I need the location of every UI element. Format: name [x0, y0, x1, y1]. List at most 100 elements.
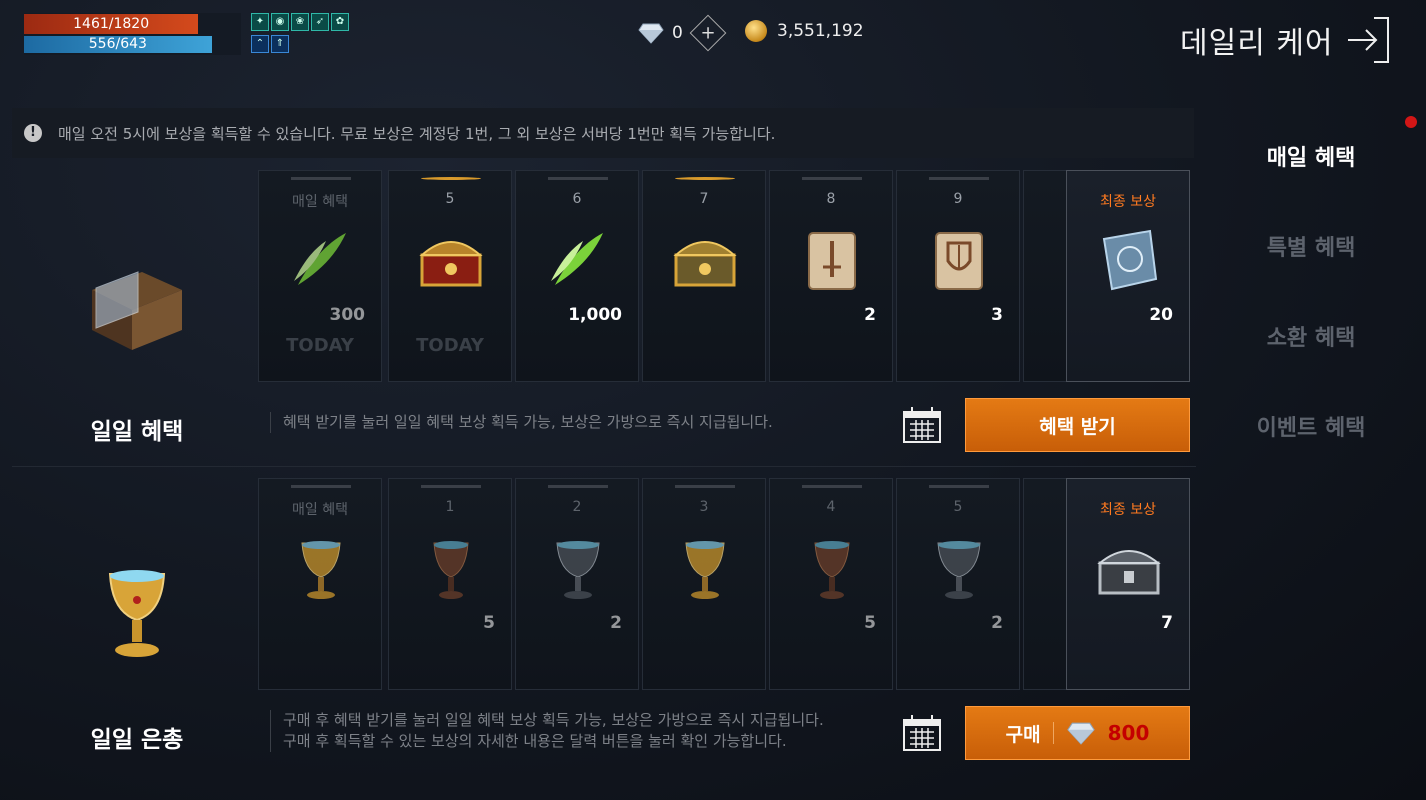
purchase-button-label: 구매	[1005, 723, 1041, 746]
golden-chest-icon	[419, 241, 483, 287]
card-progress-line	[291, 485, 351, 488]
final-reward-card[interactable]: 최종 보상 7	[1066, 478, 1190, 690]
sidebar-item-daily[interactable]: 매일 혜택	[1196, 140, 1426, 172]
reward-card[interactable]: 3	[642, 478, 766, 690]
card-progress-line	[929, 177, 989, 180]
alert-icon: !	[24, 124, 42, 142]
green-feather-icon	[551, 233, 603, 285]
card-title: 9	[953, 191, 963, 207]
card-title: 매일 혜택	[292, 194, 348, 210]
diamond-icon	[1066, 722, 1095, 745]
daily-grace-label: 일일 은총	[90, 727, 184, 753]
sword-scroll-icon	[808, 232, 856, 290]
buff-icons: ✦ ◉ ❀ ➶ ✿ ⌃ ⇑	[251, 13, 349, 55]
silver-chalice-icon	[937, 541, 981, 599]
card-progress-line	[291, 177, 351, 180]
card-progress-line	[548, 177, 608, 180]
gold-currency: 3,551,192	[745, 20, 864, 42]
card-title: 5	[445, 191, 455, 207]
diamond-currency: 0 +	[638, 14, 727, 52]
card-quantity: 5	[864, 613, 876, 633]
purchase-price: 800	[1107, 721, 1150, 745]
grace-description-line-2: 구매 후 획득할 수 있는 보상의 자세한 내용은 달력 버튼을 눌러 확인 가…	[283, 732, 787, 750]
exit-icon[interactable]	[1346, 16, 1390, 64]
gold-count: 3,551,192	[777, 21, 864, 41]
card-progress-line	[929, 485, 989, 488]
silver-chalice-icon	[556, 541, 600, 599]
daily-benefit-label: 일일 혜택	[90, 419, 184, 445]
hp-bar: 1461/1820	[24, 14, 199, 34]
today-badge: TODAY	[286, 335, 354, 356]
today-badge: TODAY	[416, 335, 484, 356]
reward-card[interactable]: 7	[642, 170, 766, 382]
reward-card[interactable]: 6 1,000	[515, 170, 639, 382]
gold-coin-icon	[745, 20, 767, 42]
mp-bar: 556/643	[24, 36, 212, 53]
reward-card[interactable]: 8 2	[769, 170, 893, 382]
grace-reward-track: 매일 혜택 1 5 2 2 3 4 5 5 2 최종 보상 7	[258, 478, 1190, 692]
buff-icon: ❀	[291, 13, 309, 31]
buff-icon: ⇑	[271, 35, 289, 53]
calendar-icon[interactable]	[902, 406, 942, 444]
reward-card[interactable]: 9 3	[896, 170, 1020, 382]
gold-chalice-icon	[685, 541, 725, 599]
reward-card[interactable]: 2 2	[515, 478, 639, 690]
card-quantity: 2	[610, 613, 622, 633]
treasure-box-icon	[92, 271, 182, 350]
claim-benefit-button[interactable]: 혜택 받기	[965, 398, 1190, 452]
card-progress-line	[421, 485, 481, 488]
final-reward-title: 최종 보상	[1100, 502, 1156, 518]
reward-card[interactable]: 1 5	[388, 478, 512, 690]
add-diamond-button[interactable]: +	[689, 14, 727, 52]
gold-chalice-icon	[108, 570, 166, 657]
button-separator	[1052, 722, 1054, 744]
card-title: 8	[826, 191, 836, 207]
notice-text: 매일 오전 5시에 보상을 획득할 수 있습니다. 무료 보상은 계정당 1번,…	[58, 124, 776, 143]
player-stat-bars: 1461/1820 556/643	[24, 13, 241, 55]
daily-description: 혜택 받기를 눌러 일일 혜택 보상 획득 가능, 보상은 가방으로 즉시 지급…	[270, 412, 773, 433]
daily-grace-section: 일일 은총 매일 혜택 1 5 2 2 3 4 5 5 2 최종 보상 7 구매…	[12, 478, 1196, 778]
purchase-button[interactable]: 구매 800	[965, 706, 1190, 760]
shield-scroll-icon	[935, 232, 983, 290]
final-reward-quantity: 7	[1161, 613, 1173, 633]
card-quantity: 300	[329, 305, 366, 325]
card-title: 매일 혜택	[292, 502, 348, 518]
card-title: 6	[572, 191, 582, 207]
card-title: 3	[699, 499, 709, 515]
daily-benefit-section: 일일 혜택 매일 혜택 300 TODAY 5 TODAY 6 1,000 7 …	[12, 170, 1196, 460]
final-reward-card[interactable]: 최종 보상 20	[1066, 170, 1190, 382]
silver-chest-icon	[1097, 550, 1161, 595]
buff-icon: ✿	[331, 13, 349, 31]
sidebar-item-summon[interactable]: 소환 혜택	[1196, 320, 1426, 352]
card-quantity: 2	[991, 613, 1003, 633]
card-quantity: 2	[864, 305, 876, 325]
sidebar-item-event[interactable]: 이벤트 혜택	[1196, 410, 1426, 442]
daily-care-screen: 1461/1820 556/643 ✦ ◉ ❀ ➶ ✿ ⌃ ⇑ 0 + 3,55…	[0, 0, 1426, 800]
notice-bar: ! 매일 오전 5시에 보상을 획득할 수 있습니다. 무료 보상은 계정당 1…	[12, 108, 1194, 158]
sidebar: 매일 혜택 특별 혜택 소환 혜택 이벤트 혜택	[1196, 100, 1426, 800]
card-progress-line	[675, 177, 735, 180]
gold-chalice-icon	[301, 541, 341, 599]
card-quantity: 1,000	[568, 305, 622, 325]
grace-description-line-1: 구매 후 혜택 받기를 눌러 일일 혜택 보상 획득 가능, 보상은 가방으로 …	[283, 711, 824, 729]
card-quantity: 5	[483, 613, 495, 633]
calendar-icon[interactable]	[902, 714, 942, 752]
card-progress-line	[802, 177, 862, 180]
diamond-icon	[638, 23, 664, 44]
card-progress-line	[802, 485, 862, 488]
golden-chest-icon	[673, 241, 737, 287]
reward-card[interactable]: 5 2	[896, 478, 1020, 690]
daily-reward-track: 매일 혜택 300 TODAY 5 TODAY 6 1,000 7 8 2 9 …	[258, 170, 1190, 384]
reward-card[interactable]: 매일 혜택	[258, 478, 382, 690]
reward-card[interactable]: 4 5	[769, 478, 893, 690]
reward-card[interactable]: 5 TODAY	[388, 170, 512, 382]
plus-icon: +	[700, 22, 716, 44]
final-reward-title: 최종 보상	[1100, 194, 1156, 210]
card-progress-line	[421, 177, 481, 180]
reward-card[interactable]: 매일 혜택 300 TODAY	[258, 170, 382, 382]
green-feather-icon	[294, 233, 346, 285]
bronze-chalice-icon	[814, 541, 850, 599]
sidebar-item-special[interactable]: 특별 혜택	[1196, 230, 1426, 262]
card-title: 4	[826, 499, 836, 515]
card-progress-line	[675, 485, 735, 488]
